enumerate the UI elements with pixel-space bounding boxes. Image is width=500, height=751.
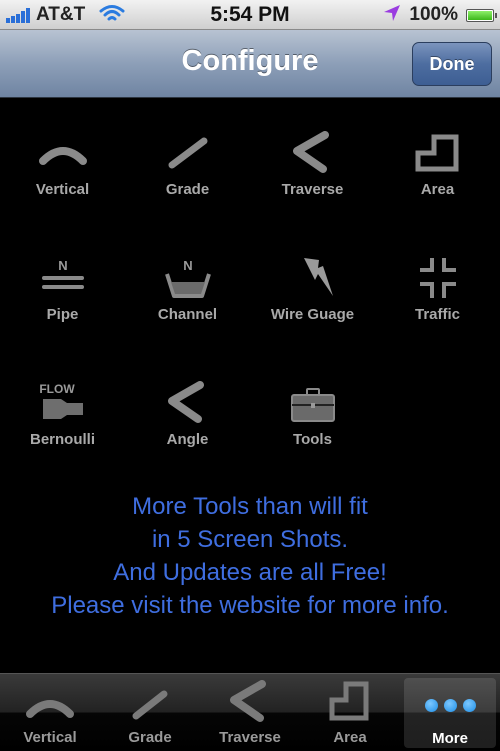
channel-icon: N xyxy=(158,253,218,303)
tab-label: More xyxy=(432,730,468,747)
lightning-bolt-icon xyxy=(283,253,343,303)
more-dots-icon xyxy=(420,683,480,728)
tool-tools[interactable]: Tools xyxy=(250,348,375,458)
tool-angle[interactable]: Angle xyxy=(125,348,250,458)
vertical-arc-icon xyxy=(33,128,93,178)
channel-icon-label: N xyxy=(183,258,192,273)
tab-area[interactable]: Area xyxy=(300,674,400,751)
battery-percent: 100% xyxy=(409,4,458,25)
flow-icon-label: FLOW xyxy=(39,382,75,396)
tab-label: Vertical xyxy=(23,729,77,746)
tool-pipe[interactable]: N Pipe xyxy=(0,223,125,333)
info-message: More Tools than will fit in 5 Screen Sho… xyxy=(0,490,500,622)
battery-icon xyxy=(466,8,497,22)
tab-vertical[interactable]: Vertical xyxy=(0,674,100,751)
tool-label: Tools xyxy=(293,431,332,448)
tool-label: Angle xyxy=(166,431,209,448)
grade-slope-icon xyxy=(158,128,218,178)
info-line: And Updates are all Free! xyxy=(113,559,387,586)
tool-grade[interactable]: Grade xyxy=(125,98,250,208)
tool-vertical[interactable]: Vertical xyxy=(0,98,125,208)
flow-nozzle-icon: FLOW xyxy=(33,378,93,428)
vertical-arc-icon xyxy=(20,679,80,724)
tool-traffic[interactable]: Traffic xyxy=(375,223,500,333)
tab-more[interactable]: More xyxy=(404,678,496,748)
tool-label: Grade xyxy=(165,181,210,198)
area-shape-icon xyxy=(408,128,468,178)
info-line: More Tools than will fit xyxy=(132,493,368,520)
tab-label: Grade xyxy=(128,729,172,746)
angle-chevron-icon xyxy=(158,378,218,428)
tab-label: Traverse xyxy=(219,729,281,746)
done-button[interactable]: Done xyxy=(412,42,492,86)
traverse-chevron-icon xyxy=(283,128,343,178)
tab-traverse[interactable]: Traverse xyxy=(200,674,300,751)
tool-traverse[interactable]: Traverse xyxy=(250,98,375,208)
status-bar: AT&T 5:54 PM 100% xyxy=(0,0,500,30)
tool-label: Traverse xyxy=(281,181,344,198)
tool-area[interactable]: Area xyxy=(375,98,500,208)
tool-channel[interactable]: N Channel xyxy=(125,223,250,333)
pipe-icon-label: N xyxy=(58,258,67,273)
tab-bar: Vertical Grade Traverse Area More xyxy=(0,673,500,751)
info-line: in 5 Screen Shots. xyxy=(151,526,349,553)
tool-label: Wire Guage xyxy=(270,306,355,323)
tool-wire-guage[interactable]: Wire Guage xyxy=(250,223,375,333)
tool-label: Bernoulli xyxy=(29,431,95,448)
info-line: Please visit the website for more info. xyxy=(51,592,449,619)
tool-label: Traffic xyxy=(414,306,460,323)
grade-slope-icon xyxy=(120,679,180,724)
tool-label: Channel xyxy=(157,306,218,323)
traffic-intersection-icon xyxy=(408,253,468,303)
traverse-chevron-icon xyxy=(220,679,280,724)
toolbox-icon xyxy=(283,378,343,428)
tab-label: Area xyxy=(333,729,367,746)
navigation-bar: Configure Done xyxy=(0,30,500,98)
pipe-icon: N xyxy=(33,253,93,303)
tool-label: Area xyxy=(420,181,455,198)
tool-bernoulli[interactable]: FLOW Bernoulli xyxy=(0,348,125,458)
tool-label: Pipe xyxy=(46,306,79,323)
location-arrow-icon xyxy=(383,4,401,27)
area-shape-icon xyxy=(320,679,380,724)
tab-grade[interactable]: Grade xyxy=(100,674,200,751)
tool-label: Vertical xyxy=(35,181,90,198)
